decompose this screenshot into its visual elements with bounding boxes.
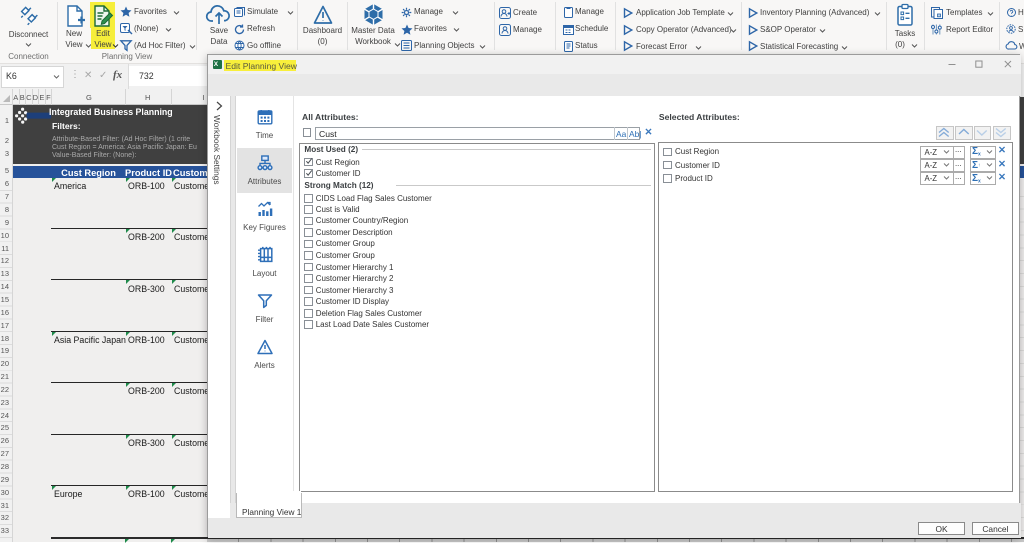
svg-text:Σ↑: Σ↑ bbox=[972, 160, 981, 171]
svg-text:Σx: Σx bbox=[972, 146, 981, 158]
svg-text:Σx: Σx bbox=[972, 173, 981, 185]
